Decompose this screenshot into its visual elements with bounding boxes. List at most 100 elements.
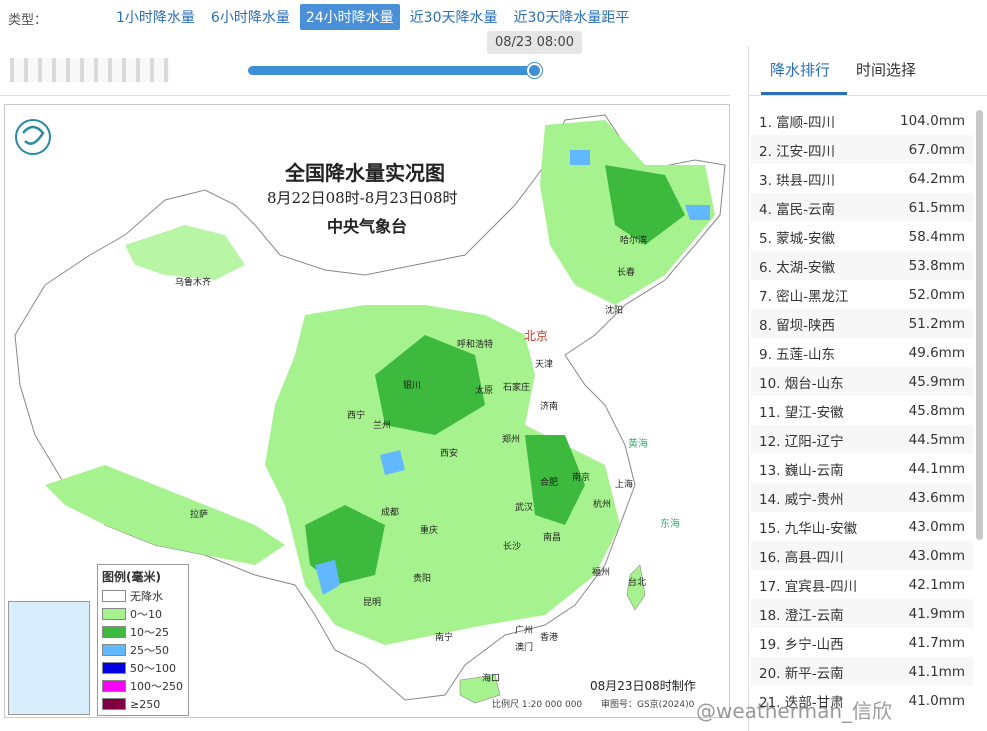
station-name: 9. 五莲-山东 <box>759 346 836 363</box>
type-tab[interactable]: 6小时降水量 <box>205 4 296 30</box>
ranking-row[interactable]: 12. 辽阳-辽宁 44.5mm <box>751 425 973 454</box>
legend-swatch <box>102 626 126 638</box>
ranking-row[interactable]: 2. 江安-四川 67.0mm <box>751 135 973 164</box>
rain-value: 41.9mm <box>908 605 965 622</box>
city-label: 西宁 <box>347 411 366 421</box>
type-tab[interactable]: 近30天降水量距平 <box>508 4 636 30</box>
station-name: 12. 辽阳-辽宁 <box>759 433 844 450</box>
city-label: 南京 <box>572 473 591 483</box>
city-label: 兰州 <box>373 421 392 431</box>
station-name: 6. 太湖-安徽 <box>759 259 836 276</box>
rain-value: 53.8mm <box>908 257 965 274</box>
tab-rain-ranking[interactable]: 降水排行 <box>770 59 830 80</box>
rain-value: 41.7mm <box>908 634 965 651</box>
city-capital: 北京 <box>524 329 549 343</box>
ranking-row[interactable]: 11. 望江-安徽 45.8mm <box>751 396 973 425</box>
ranking-row[interactable]: 16. 高县-四川 43.0mm <box>751 541 973 570</box>
ranking-row[interactable]: 6. 太湖-安徽 53.8mm <box>751 251 973 280</box>
ranking-row[interactable]: 7. 密山-黑龙江 52.0mm <box>751 280 973 309</box>
legend-label: 100～250 <box>130 680 183 693</box>
ranking-row[interactable]: 13. 巍山-云南 44.1mm <box>751 454 973 483</box>
legend: 图例(毫米) 无降水 0～10 10～25 25～50 50～100 100～250 ≥25… <box>97 564 189 716</box>
ranking-row[interactable]: 18. 澄江-云南 41.9mm <box>751 599 973 628</box>
legend-label: ≥250 <box>130 697 161 711</box>
ranking-row[interactable]: 17. 宜宾县-四川 42.1mm <box>751 570 973 599</box>
ranking-row[interactable]: 9. 五莲-山东 49.6mm <box>751 338 973 367</box>
legend-label: 50～100 <box>130 662 176 675</box>
city-label: 重庆 <box>420 526 439 536</box>
divider <box>0 95 730 96</box>
legend-item: 25～50 <box>102 641 184 659</box>
ranking-row[interactable]: 14. 威宁-贵州 43.6mm <box>751 483 973 512</box>
legend-swatch <box>102 662 126 674</box>
station-name: 8. 留坝-陕西 <box>759 317 836 334</box>
watermark: @weatherman_信欣 <box>696 699 893 723</box>
station-name: 13. 巍山-云南 <box>759 462 844 479</box>
legend-item: 50～100 <box>102 659 184 677</box>
station-name: 2. 江安-四川 <box>759 143 836 160</box>
rain-value: 58.4mm <box>908 228 965 245</box>
timeline-tooltip: 08/23 08:00 <box>487 31 582 54</box>
station-name: 5. 蒙城-安徽 <box>759 230 836 247</box>
rain-value: 64.2mm <box>908 170 965 187</box>
station-name: 15. 九华山-安徽 <box>759 520 858 537</box>
legend-swatch <box>102 680 126 692</box>
ranking-row[interactable]: 20. 新平-云南 41.1mm <box>751 657 973 686</box>
sea-label: 黄海 <box>628 439 648 450</box>
city-label: 上海 <box>615 480 634 490</box>
city-label: 澳门 <box>515 643 534 653</box>
station-name: 10. 烟台-山东 <box>759 375 844 392</box>
type-tab[interactable]: 1小时降水量 <box>110 4 201 30</box>
rain-value: 44.5mm <box>908 431 965 448</box>
rain-value: 104.0mm <box>900 112 965 129</box>
legend-item: 0～10 <box>102 605 184 623</box>
ranking-row[interactable]: 19. 乡宁-山西 41.7mm <box>751 628 973 657</box>
ranking-row[interactable]: 15. 九华山-安徽 43.0mm <box>751 512 973 541</box>
ranking-row[interactable]: 4. 富民-云南 61.5mm <box>751 193 973 222</box>
city-label: 成都 <box>381 508 400 518</box>
rain-value: 43.0mm <box>908 518 965 535</box>
rain-value: 43.6mm <box>908 489 965 506</box>
rain-value: 52.0mm <box>908 286 965 303</box>
city-label: 乌鲁木齐 <box>175 278 212 288</box>
station-name: 18. 澄江-云南 <box>759 607 844 624</box>
city-label: 贵阳 <box>413 574 432 584</box>
rain-value: 61.5mm <box>908 199 965 216</box>
city-label: 昆明 <box>363 598 382 608</box>
station-name: 11. 望江-安徽 <box>759 404 844 421</box>
ranking-row[interactable]: 1. 富顺-四川 104.0mm <box>751 106 973 135</box>
scrollbar[interactable] <box>976 110 983 540</box>
cma-emblem <box>15 119 51 155</box>
timeline-slider-handle[interactable] <box>527 63 542 78</box>
type-tab[interactable]: 近30天降水量 <box>404 4 504 30</box>
type-tab[interactable]: 24小时降水量 <box>299 4 400 30</box>
ranking-row[interactable]: 3. 珙县-四川 64.2mm <box>751 164 973 193</box>
south-china-sea-inset <box>8 601 90 715</box>
legend-item: 100～250 <box>102 677 184 695</box>
active-tab-indicator <box>761 92 847 95</box>
city-label: 杭州 <box>593 500 612 510</box>
ranking-row[interactable]: 10. 烟台-山东 45.9mm <box>751 367 973 396</box>
city-label: 南昌 <box>543 533 562 543</box>
city-label: 沈阳 <box>605 306 624 316</box>
city-label: 长春 <box>617 268 636 278</box>
map-title: 全国降水量实况图 <box>285 161 445 185</box>
ranking-row[interactable]: 5. 蒙城-安徽 58.4mm <box>751 222 973 251</box>
rain-value: 44.1mm <box>908 460 965 477</box>
city-label: 武汉 <box>515 503 534 513</box>
precipitation-map: 全国降水量实况图 8月22日08时-8月23日08时 中央气象台 北京 乌鲁木齐… <box>4 104 730 718</box>
city-label: 拉萨 <box>190 510 209 520</box>
type-label: 类型： <box>8 13 48 28</box>
panel-tabs: 降水排行 时间选择 <box>749 46 987 96</box>
tab-time-select[interactable]: 时间选择 <box>856 59 916 80</box>
station-name: 20. 新平-云南 <box>759 665 844 682</box>
timeline-slider[interactable] <box>248 66 536 75</box>
legend-swatch <box>102 644 126 656</box>
city-label: 广州 <box>515 626 534 636</box>
legend-swatch <box>102 590 126 602</box>
ranking-row[interactable]: 8. 留坝-陕西 51.2mm <box>751 309 973 338</box>
city-label: 南宁 <box>435 633 454 643</box>
map-org: 中央气象台 <box>327 217 408 236</box>
station-name: 3. 珙县-四川 <box>759 172 836 189</box>
rain-value: 45.9mm <box>908 373 965 390</box>
